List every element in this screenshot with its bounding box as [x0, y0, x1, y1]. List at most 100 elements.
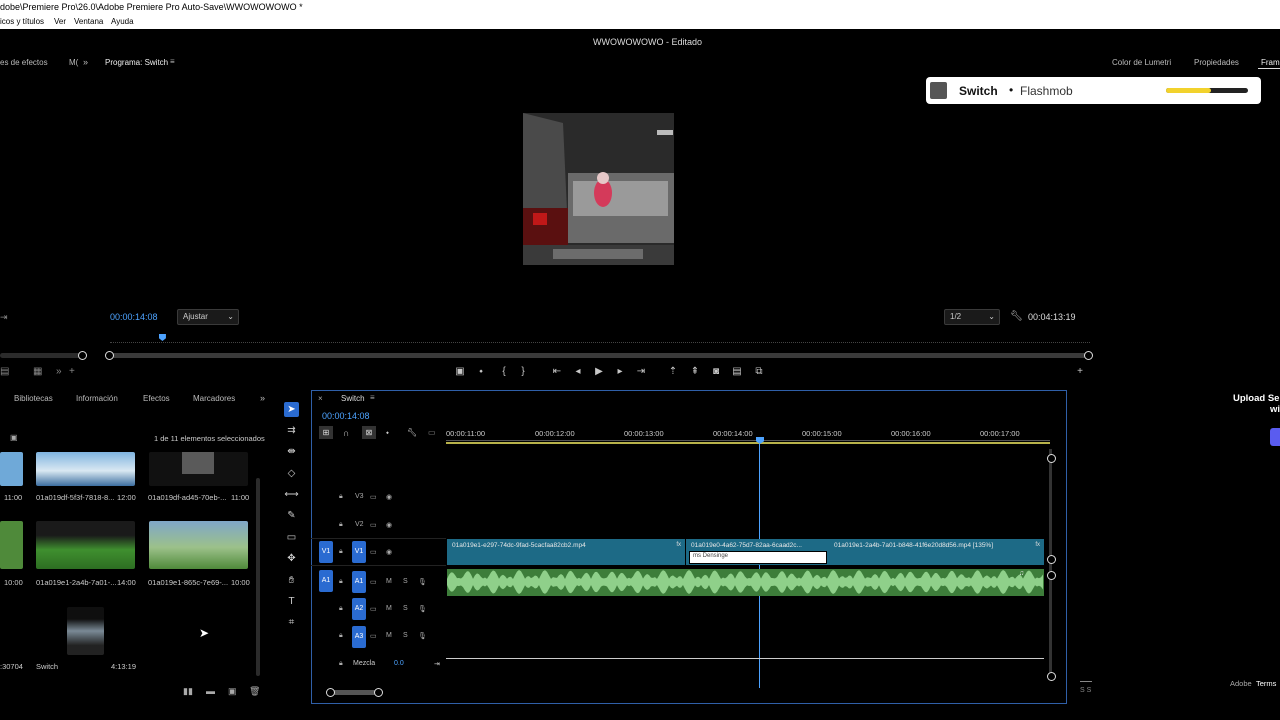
mute-button[interactable]: M	[386, 578, 392, 585]
solo-button[interactable]: S	[403, 605, 408, 612]
step-back-icon[interactable]: ◂	[572, 366, 584, 377]
captions-icon[interactable]: ▭	[428, 428, 436, 437]
icon-view-icon[interactable]: ▦	[33, 366, 42, 377]
fit-dropdown[interactable]: Ajustar ⌄	[177, 309, 239, 325]
audio-clip[interactable]: ♫	[447, 569, 1044, 596]
left-scrollbar[interactable]	[0, 353, 85, 358]
menu-view[interactable]: Ver	[54, 14, 66, 29]
panel-arrow-icon[interactable]: ⇥	[0, 312, 8, 323]
zoom-start-handle[interactable]	[326, 688, 335, 697]
tab-effect-controls[interactable]: es de efectos	[0, 58, 48, 67]
track-target-a3[interactable]: A3	[352, 626, 366, 648]
tab-program-monitor[interactable]: Programa: Switch	[105, 58, 168, 67]
track-target-a2[interactable]: A2	[352, 598, 366, 620]
tab-markers[interactable]: Marcadores	[193, 394, 235, 403]
mark-out-icon[interactable]: }	[517, 366, 529, 377]
step-forward-icon[interactable]: ▸	[614, 366, 626, 377]
wrench-icon[interactable]: 🔧︎	[1010, 311, 1023, 322]
monitor-time-ruler[interactable]	[110, 334, 1090, 343]
selection-tool-icon[interactable]: ➤	[284, 402, 299, 417]
tab-frame[interactable]: Frame	[1261, 58, 1280, 67]
tab-info[interactable]: Información	[76, 394, 118, 403]
eye-icon[interactable]: ◉	[386, 493, 392, 501]
sync-lock-icon[interactable]: ▭	[370, 578, 377, 586]
sync-lock-icon[interactable]: ▭	[370, 605, 377, 613]
extract-icon[interactable]: ⇞	[689, 366, 701, 377]
lock-icon[interactable]: 🔒︎	[339, 578, 343, 586]
comparison-view-icon[interactable]: ▤	[731, 366, 743, 377]
button-editor-plus-icon[interactable]: +	[1074, 366, 1086, 377]
go-to-end-icon[interactable]: ⇥	[434, 660, 440, 668]
sync-lock-icon[interactable]: ▭	[370, 632, 377, 640]
export-frame-icon[interactable]: ▣	[454, 366, 466, 377]
panel-menu-icon[interactable]: ≡	[370, 393, 375, 402]
add-marker-icon[interactable]: ⬩	[386, 428, 389, 438]
wrench-icon[interactable]: 🔧︎	[407, 428, 417, 437]
add-marker-icon[interactable]: ⬩	[475, 366, 487, 377]
zoom-end-handle[interactable]	[374, 688, 383, 697]
list-view-icon[interactable]: ▮▮	[183, 686, 193, 697]
panel-menu-icon[interactable]: ≡	[170, 57, 175, 66]
sequence-thumbnail[interactable]	[67, 607, 104, 655]
trash-icon[interactable]: 🗑︎	[249, 686, 260, 697]
lock-icon[interactable]: 🔒︎	[339, 521, 343, 529]
snap-icon[interactable]: ∩	[343, 428, 349, 438]
rectangle-icon[interactable]: ▭	[284, 530, 299, 545]
zoom-start-handle[interactable]	[105, 351, 114, 360]
horizontal-zoom-bar[interactable]	[330, 690, 380, 695]
go-to-in-icon[interactable]: ⇤	[551, 366, 563, 377]
microphone-icon[interactable]: 🎙︎	[418, 605, 427, 613]
overflow-icon[interactable]: »	[56, 366, 62, 377]
type-tool-icon[interactable]: T	[284, 594, 299, 609]
hand-icon[interactable]: ✥	[284, 551, 299, 566]
track-select-icon[interactable]: ⇉	[284, 423, 299, 438]
microphone-icon[interactable]: 🎙︎	[418, 578, 427, 586]
zoom-end-handle[interactable]	[1084, 351, 1093, 360]
source-patch-v1[interactable]: V1	[319, 541, 333, 563]
resolution-dropdown[interactable]: 1/2 ⌄	[944, 309, 1000, 325]
scroll-handle[interactable]	[1047, 672, 1056, 681]
sync-lock-icon[interactable]: ▭	[370, 521, 377, 529]
mark-in-icon[interactable]: {	[498, 366, 510, 377]
sequence-tab[interactable]: Switch	[341, 394, 365, 403]
project-thumbnail[interactable]	[36, 521, 135, 569]
time-ruler[interactable]	[446, 440, 1050, 444]
project-thumbnail[interactable]	[149, 521, 248, 569]
menu-help[interactable]: Ayuda	[111, 14, 134, 29]
camera-icon[interactable]: ◙	[710, 366, 722, 377]
linked-selection-icon[interactable]: ⊠	[362, 426, 376, 439]
lock-icon[interactable]: 🔒︎	[339, 660, 343, 668]
project-scrollbar[interactable]	[256, 478, 260, 676]
panel-overflow-icon[interactable]: »	[260, 393, 265, 403]
proxy-toggle-icon[interactable]: ⧉	[753, 366, 765, 377]
timeline-timecode[interactable]: 00:00:14:08	[322, 411, 370, 421]
new-bin-icon[interactable]: ▣	[10, 433, 18, 442]
eye-icon[interactable]: ◉	[386, 521, 392, 529]
left-scroll-handle[interactable]	[78, 351, 87, 360]
eye-icon[interactable]: ◉	[386, 548, 392, 556]
project-thumbnail[interactable]	[0, 452, 23, 486]
hand-icon[interactable]: ✋︎	[284, 573, 299, 588]
panel-overflow-icon[interactable]: »	[83, 57, 88, 67]
tab-properties[interactable]: Propiedades	[1194, 58, 1239, 67]
caption-icon[interactable]: ⌗	[284, 615, 299, 630]
lift-icon[interactable]: ⇡	[667, 366, 679, 377]
tab-metadata[interactable]: M(	[69, 58, 78, 67]
lock-icon[interactable]: 🔒︎	[339, 632, 343, 640]
mute-button[interactable]: M	[386, 632, 392, 639]
close-icon[interactable]: ×	[318, 394, 323, 403]
lock-icon[interactable]: 🔒︎	[339, 493, 343, 501]
monitor-zoom-bar[interactable]	[110, 353, 1090, 358]
scroll-handle[interactable]	[1047, 555, 1056, 564]
razor-icon[interactable]: ◇	[284, 466, 299, 481]
new-bin-icon[interactable]: ▬	[206, 686, 215, 696]
sync-lock-icon[interactable]: ▭	[370, 548, 377, 556]
terms-link[interactable]: Terms	[1256, 679, 1276, 688]
lock-icon[interactable]: 🔒︎	[339, 548, 343, 556]
program-timecode[interactable]: 00:00:14:08	[110, 312, 158, 322]
play-icon[interactable]: ▶	[593, 366, 605, 377]
video-clip[interactable]: 01a019e1-e297-74dc-9fad-5cacfaa82cb2.mp4…	[447, 539, 685, 565]
track-target-v1[interactable]: V1	[352, 541, 366, 563]
scroll-handle[interactable]	[1047, 571, 1056, 580]
monitor-playhead[interactable]	[158, 334, 166, 341]
